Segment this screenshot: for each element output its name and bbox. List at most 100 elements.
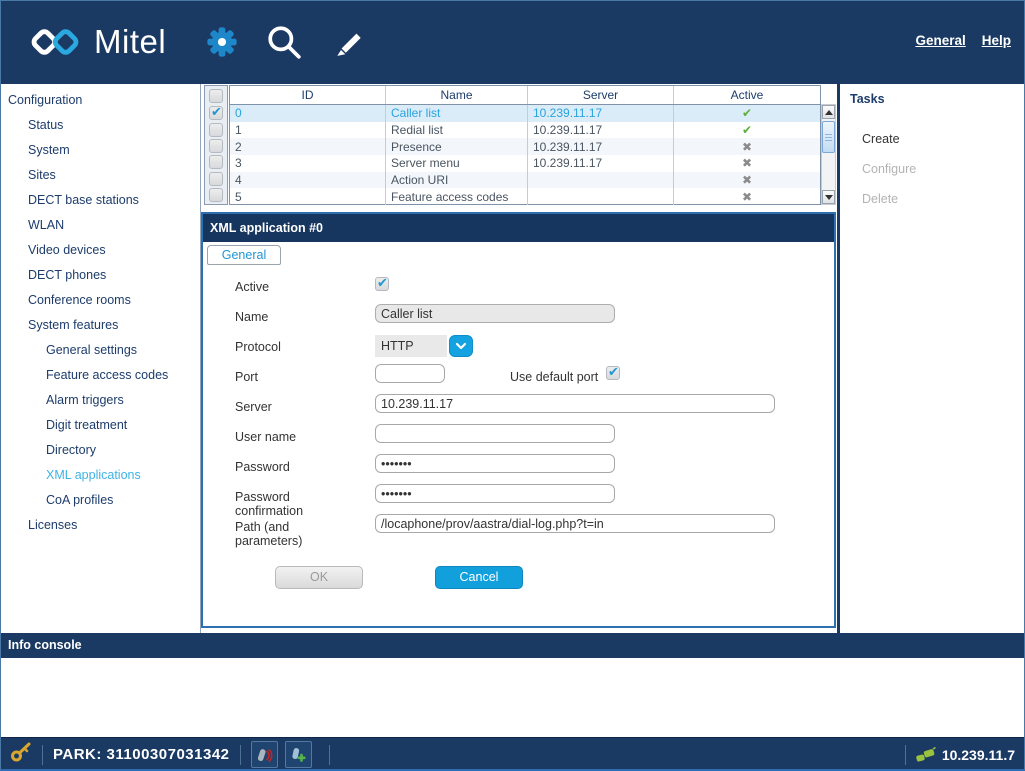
sidebar-item-video-devices[interactable]: Video devices — [0, 238, 200, 263]
scroll-down-button[interactable] — [822, 190, 835, 204]
handset-signal-button[interactable] — [251, 741, 278, 768]
table-row[interactable]: 1 Redial list 10.239.11.17 ✔ — [230, 122, 820, 139]
table-row[interactable]: 4 Action URI ✖ — [230, 172, 820, 189]
pencil-icon[interactable] — [332, 24, 366, 63]
row-select-checkbox[interactable] — [209, 188, 223, 202]
task-delete: Delete — [862, 192, 898, 206]
brand-name: Mitel — [94, 23, 166, 61]
password-field[interactable] — [375, 454, 615, 473]
handset-add-icon — [289, 746, 307, 764]
dropdown-button[interactable] — [449, 335, 473, 357]
task-configure: Configure — [862, 162, 916, 176]
xml-application-dialog: XML application #0 General Active Name P… — [201, 212, 836, 628]
sidebar-item-status[interactable]: Status — [0, 113, 200, 138]
sidebar-item-xml-applications[interactable]: XML applications — [0, 463, 200, 488]
port-label: Port — [235, 370, 369, 384]
task-create[interactable]: Create — [862, 132, 900, 146]
cell-name: Presence — [386, 138, 528, 155]
cell-name: Caller list — [386, 105, 528, 122]
mitel-logo-icon — [26, 22, 84, 62]
mitel-logo: Mitel — [26, 22, 166, 62]
connector-icon — [916, 747, 936, 763]
navigation-sidebar: Configuration Status System Sites DECT b… — [0, 84, 201, 633]
inactive-cross-icon: ✖ — [742, 156, 752, 170]
sidebar-item-conference-rooms[interactable]: Conference rooms — [0, 288, 200, 313]
menu-general-link[interactable]: General — [915, 33, 965, 48]
park-number: PARK: 31100307031342 — [53, 746, 230, 763]
arrow-down-icon — [825, 195, 833, 200]
row-select-column — [204, 85, 228, 205]
cell-id: 5 — [230, 188, 386, 205]
tab-general[interactable]: General — [207, 245, 281, 265]
cell-name: Action URI — [386, 172, 528, 189]
cancel-button[interactable]: Cancel — [435, 566, 523, 589]
column-header-active[interactable]: Active — [674, 86, 820, 104]
table-row[interactable]: 0 Caller list 10.239.11.17 ✔ — [230, 105, 820, 122]
sidebar-item-directory[interactable]: Directory — [0, 438, 200, 463]
ok-button[interactable]: OK — [275, 566, 363, 589]
protocol-value: HTTP — [375, 335, 447, 357]
gear-icon[interactable] — [204, 24, 240, 65]
cell-id: 1 — [230, 122, 386, 139]
select-all-checkbox[interactable] — [209, 89, 223, 103]
password-confirmation-label: Password confirmation — [235, 490, 345, 519]
menu-help-link[interactable]: Help — [982, 33, 1011, 48]
sidebar-item-dect-phones[interactable]: DECT phones — [0, 263, 200, 288]
row-select-checkbox[interactable] — [209, 139, 223, 153]
server-ip: 10.239.11.7 — [942, 747, 1015, 763]
row-select-checkbox[interactable] — [209, 155, 223, 169]
scrollbar-thumb[interactable] — [822, 121, 835, 153]
sidebar-item-system[interactable]: System — [0, 138, 200, 163]
table-scrollbar[interactable] — [821, 104, 836, 205]
search-icon[interactable] — [266, 24, 302, 65]
dialog-title: XML application #0 — [203, 214, 834, 242]
sidebar-item-licenses[interactable]: Licenses — [0, 513, 200, 538]
app-header: Mitel — [0, 0, 1025, 84]
column-header-server[interactable]: Server — [528, 86, 674, 104]
sidebar-item-feature-access-codes[interactable]: Feature access codes — [0, 363, 200, 388]
inactive-cross-icon: ✖ — [742, 190, 752, 204]
sidebar-item-dect-base-stations[interactable]: DECT base stations — [0, 188, 200, 213]
inactive-cross-icon: ✖ — [742, 140, 752, 154]
sidebar-item-sites[interactable]: Sites — [0, 163, 200, 188]
cell-server — [528, 172, 674, 189]
sidebar-item-coa-profiles[interactable]: CoA profiles — [0, 488, 200, 513]
table-row[interactable]: 5 Feature access codes ✖ — [230, 188, 820, 205]
column-header-id[interactable]: ID — [230, 86, 386, 104]
divider — [240, 745, 241, 765]
active-checkbox[interactable] — [375, 277, 389, 291]
row-select-checkbox[interactable] — [209, 106, 223, 120]
path-field[interactable] — [375, 514, 775, 533]
password-confirmation-field[interactable] — [375, 484, 615, 503]
sidebar-item-wlan[interactable]: WLAN — [0, 213, 200, 238]
name-label: Name — [235, 310, 369, 324]
handset-add-button[interactable] — [285, 741, 312, 768]
sidebar-item-alarm-triggers[interactable]: Alarm triggers — [0, 388, 200, 413]
divider — [329, 745, 330, 765]
sidebar-item-general-settings[interactable]: General settings — [0, 338, 200, 363]
sidebar-item-system-features[interactable]: System features — [0, 313, 200, 338]
row-select-checkbox[interactable] — [209, 172, 223, 186]
sidebar-item-digit-treatment[interactable]: Digit treatment — [0, 413, 200, 438]
use-default-port-checkbox[interactable] — [606, 366, 620, 380]
info-console-body — [0, 658, 1025, 737]
row-select-checkbox[interactable] — [209, 123, 223, 137]
protocol-select[interactable]: HTTP — [375, 335, 473, 357]
key-icon — [10, 741, 32, 768]
mitel-admin-window: Mitel — [0, 0, 1025, 771]
column-header-name[interactable]: Name — [386, 86, 528, 104]
table-row[interactable]: 3 Server menu 10.239.11.17 ✖ — [230, 155, 820, 172]
name-field[interactable] — [375, 304, 615, 323]
connection-status: 10.239.11.7 — [895, 745, 1025, 765]
username-field[interactable] — [375, 424, 615, 443]
port-field[interactable] — [375, 364, 445, 383]
sidebar-item-configuration[interactable]: Configuration — [0, 88, 200, 113]
divider — [42, 745, 43, 765]
table-row[interactable]: 2 Presence 10.239.11.17 ✖ — [230, 138, 820, 155]
cell-server: 10.239.11.17 — [528, 105, 674, 122]
server-label: Server — [235, 400, 369, 414]
server-field[interactable] — [375, 394, 775, 413]
scroll-up-button[interactable] — [822, 105, 835, 119]
path-label: Path (and parameters) — [235, 520, 345, 549]
cell-id: 4 — [230, 172, 386, 189]
